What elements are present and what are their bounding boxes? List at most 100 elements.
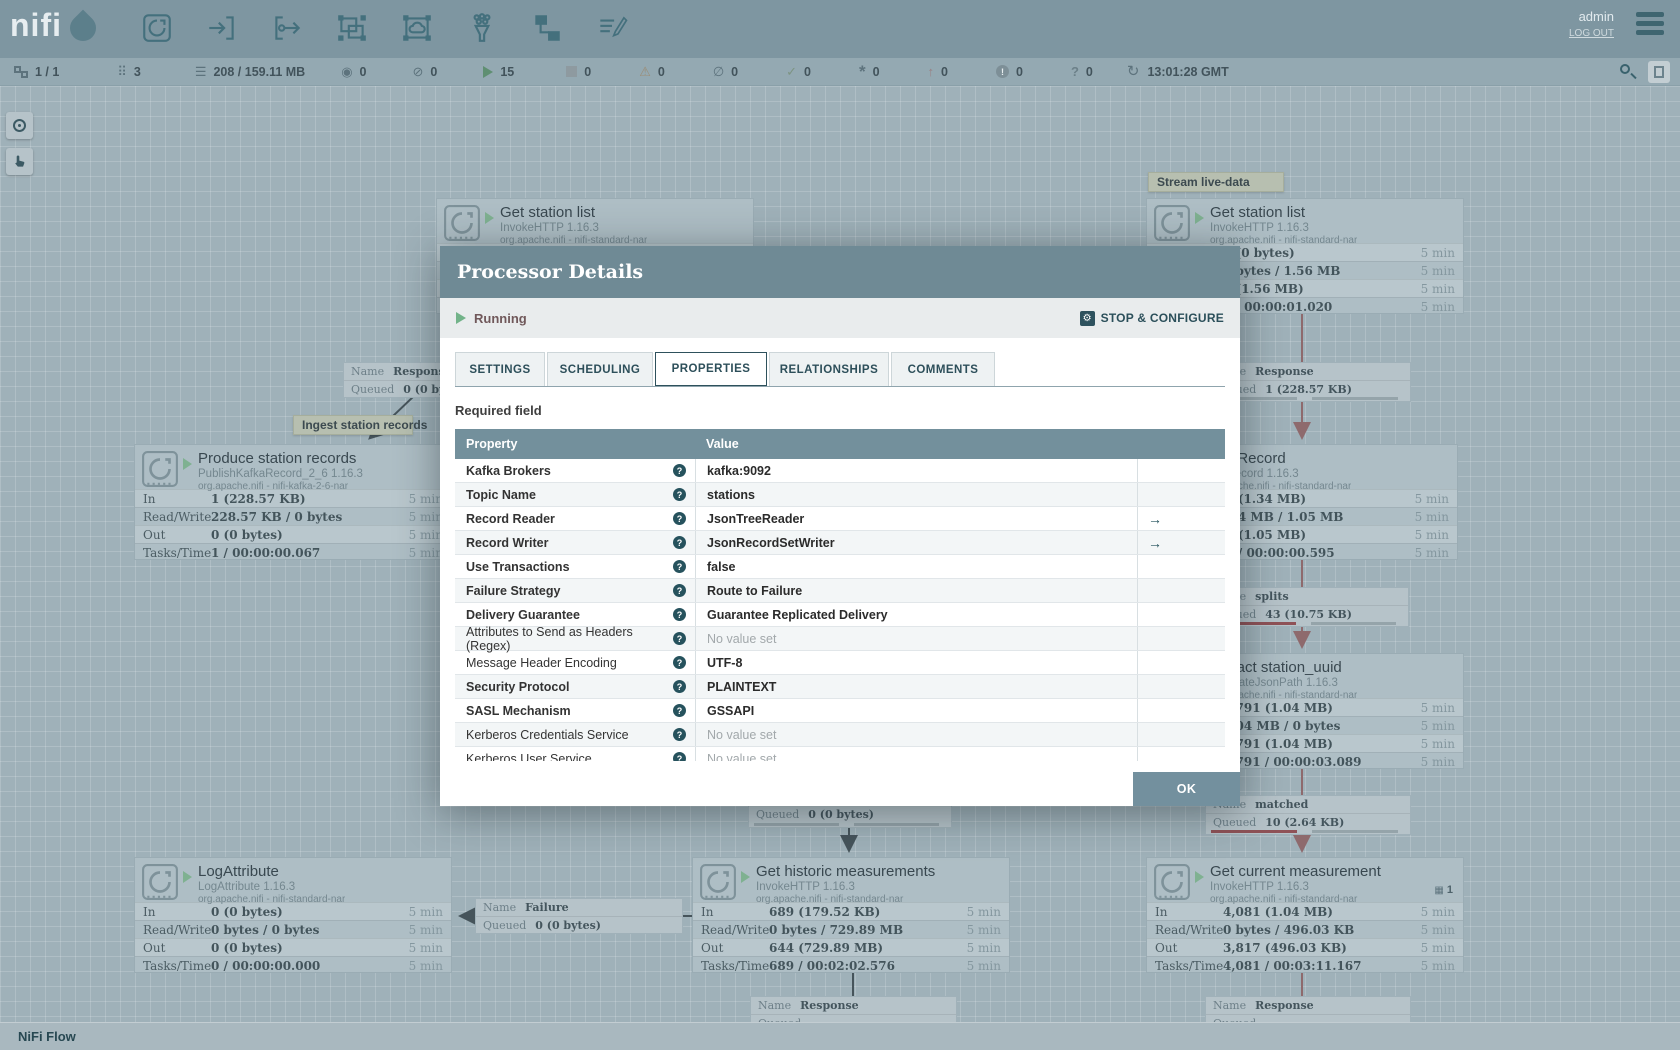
dialog-tabs: SETTINGS SCHEDULING PROPERTIES RELATIONS… — [455, 352, 1225, 387]
search-icon[interactable] — [1618, 62, 1638, 82]
help-icon[interactable]: ? — [673, 512, 686, 525]
stale-status: ↑ 0 — [928, 65, 948, 79]
template-tool-icon[interactable] — [528, 7, 566, 49]
table-row[interactable]: Record Reader? JsonTreeReader → — [455, 507, 1225, 531]
birdseye-icon — [13, 119, 26, 132]
up-to-date-icon: ✓ — [786, 64, 798, 79]
cluster-status: 1 / 1 — [14, 65, 59, 79]
nifi-logo-text: nifi — [10, 7, 62, 43]
label-tool-icon[interactable] — [593, 7, 631, 49]
cluster-icon — [14, 65, 28, 78]
tab-scheduling[interactable]: SCHEDULING — [547, 352, 653, 386]
account-area: admin LOG OUT — [1569, 9, 1614, 39]
processor-icon — [142, 451, 178, 487]
processor-log-attribute[interactable]: LogAttribute LogAttribute 1.16.3 org.apa… — [134, 857, 452, 973]
processor-get-historic-measurements[interactable]: Get historic measurements InvokeHTTP 1.1… — [692, 857, 1010, 973]
remote-process-group-tool-icon[interactable] — [398, 7, 436, 49]
processor-bundle: org.apache.nifi - nifi-kafka-2-6-nar — [198, 481, 349, 492]
help-icon[interactable]: ? — [673, 536, 686, 549]
processor-icon — [142, 864, 178, 900]
run-status-text: Running — [474, 310, 527, 326]
table-row[interactable]: Failure Strategy? Route to Failure — [455, 579, 1225, 603]
processor-type: PublishKafkaRecord_2_6 1.16.3 — [198, 468, 363, 480]
queued-icon: ☰ — [194, 64, 207, 79]
processor-type: InvokeHTTP 1.16.3 — [756, 881, 855, 893]
help-icon[interactable]: ? — [673, 464, 686, 477]
processor-type: LogAttribute 1.16.3 — [198, 881, 296, 893]
help-icon[interactable]: ? — [673, 560, 686, 573]
output-port-tool-icon[interactable] — [268, 7, 306, 49]
table-row[interactable]: Security Protocol? PLAINTEXT — [455, 675, 1225, 699]
locally-modified-stale-icon: ! — [996, 65, 1009, 78]
help-icon[interactable]: ? — [673, 584, 686, 597]
table-row[interactable]: Kerberos Credentials Service? No value s… — [455, 723, 1225, 747]
stale-icon: ↑ — [927, 64, 935, 79]
sync-failure-count: 0 — [1085, 64, 1093, 79]
processor-tool-icon[interactable] — [138, 7, 176, 49]
not-transmitting-icon: ⊘ — [412, 64, 424, 79]
table-row[interactable]: Delivery Guarantee? Guarantee Replicated… — [455, 603, 1225, 627]
help-icon[interactable]: ? — [673, 656, 686, 669]
breadcrumb[interactable]: NiFi Flow — [18, 1029, 76, 1044]
queue-indicator — [749, 823, 951, 827]
refresh-icon[interactable]: ↻ — [1127, 64, 1140, 79]
funnel-tool-icon[interactable] — [463, 7, 501, 49]
table-row[interactable]: Kerberos User Service? No value set — [455, 747, 1225, 761]
table-row[interactable]: Topic Name? stations — [455, 483, 1225, 507]
processor-get-current-measurement[interactable]: Get current measurement InvokeHTTP 1.16.… — [1146, 857, 1464, 973]
breadcrumb-bar: NiFi Flow — [0, 1022, 1680, 1050]
help-icon[interactable]: ? — [673, 488, 686, 501]
help-icon[interactable]: ? — [673, 752, 686, 761]
running-status: 15 — [483, 65, 514, 79]
dialog-title: Processor Details — [457, 261, 644, 283]
tab-settings[interactable]: SETTINGS — [455, 352, 545, 386]
help-icon[interactable]: ? — [673, 680, 686, 693]
help-icon[interactable]: ? — [673, 728, 686, 741]
tab-properties[interactable]: PROPERTIES — [655, 352, 767, 386]
processor-bundle: org.apache.nifi - nifi-standard-nar — [198, 894, 346, 905]
tab-relationships[interactable]: RELATIONSHIPS — [769, 352, 889, 386]
help-icon[interactable]: ? — [673, 632, 686, 645]
not-transmitting-count: 0 — [430, 64, 438, 79]
stop-and-configure-button[interactable]: ⚙ STOP & CONFIGURE — [1079, 310, 1224, 326]
settings-panel-button[interactable] — [1648, 61, 1670, 83]
go-to-service-icon[interactable]: → — [1148, 535, 1162, 551]
table-row[interactable]: Use Transactions? false — [455, 555, 1225, 579]
processor-produce-station-records[interactable]: Produce station records PublishKafkaReco… — [134, 444, 452, 560]
processor-type: InvokeHTTP 1.16.3 — [1210, 881, 1309, 893]
table-row[interactable]: Record Writer? JsonRecordSetWriter → — [455, 531, 1225, 555]
process-group-tool-icon[interactable] — [333, 7, 371, 49]
processor-bundle: org.apache.nifi - nifi-standard-nar — [1210, 894, 1358, 905]
table-row[interactable]: Message Header Encoding? UTF-8 — [455, 651, 1225, 675]
table-row[interactable]: SASL Mechanism? GSSAPI — [455, 699, 1225, 723]
processor-icon — [444, 205, 480, 241]
connection-label-failure[interactable]: Name Failure Queued 0 (0 bytes) — [475, 898, 683, 934]
processor-icon — [1154, 864, 1190, 900]
queued-status: ☰ 208 / 159.11 MB — [195, 65, 305, 79]
current-user: admin — [1578, 9, 1614, 24]
canvas-label-ingest-station-records[interactable]: Ingest station records — [293, 415, 427, 435]
logout-link[interactable]: LOG OUT — [1569, 28, 1614, 39]
stop-configure-icon: ⚙ — [1079, 310, 1095, 326]
processor-details-dialog: Processor Details Running ⚙ STOP & CONFI… — [440, 246, 1240, 806]
global-menu-icon[interactable] — [1636, 12, 1664, 39]
go-to-service-icon[interactable]: → — [1148, 511, 1162, 527]
tab-comments[interactable]: COMMENTS — [891, 352, 995, 386]
table-row[interactable]: Attributes to Send as Headers (Regex)? N… — [455, 625, 1225, 653]
help-icon[interactable]: ? — [673, 704, 686, 717]
processor-type: InvokeHTTP 1.16.3 — [1210, 222, 1309, 234]
table-row[interactable]: Kafka Brokers? kafka:9092 — [455, 459, 1225, 483]
operate-palette-button[interactable] — [6, 148, 33, 175]
locally-modified-stale-status: ! 0 — [996, 65, 1023, 79]
ok-button[interactable]: OK — [1133, 772, 1240, 806]
hand-icon — [15, 155, 25, 167]
help-icon[interactable]: ? — [673, 608, 686, 621]
input-port-tool-icon[interactable] — [203, 7, 241, 49]
navigate-palette-button[interactable] — [6, 112, 33, 139]
last-refresh-time: 13:01:28 GMT — [1147, 64, 1229, 79]
sync-failure-icon: ? — [1070, 64, 1079, 79]
canvas-label-stream-live-data[interactable]: Stream live-data — [1148, 172, 1284, 192]
nifi-drop-icon — [64, 9, 102, 46]
queue-indicator — [1206, 830, 1410, 834]
running-count: 15 — [500, 64, 515, 79]
